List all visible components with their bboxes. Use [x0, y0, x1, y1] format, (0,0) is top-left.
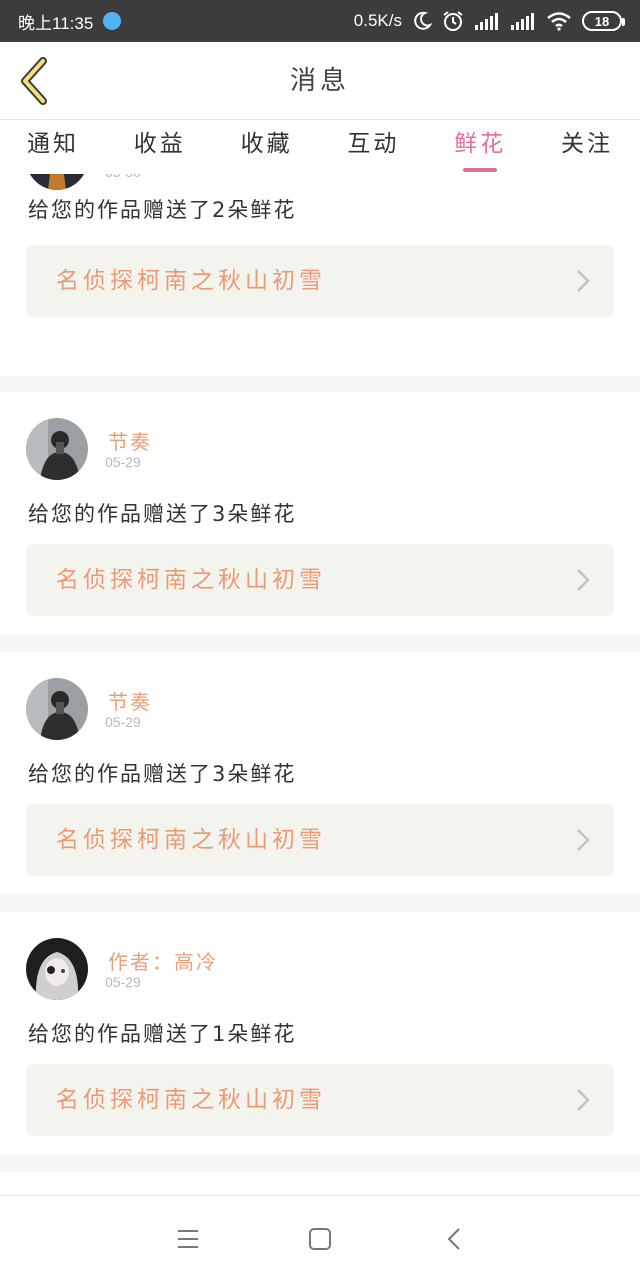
tab-follows[interactable]: 关注	[544, 120, 630, 174]
work-link[interactable]: 名侦探柯南之秋山初雪	[26, 245, 614, 317]
user-name[interactable]: 作者：高冷	[108, 946, 218, 975]
message-date: 05-30	[105, 174, 141, 180]
work-link[interactable]: 名侦探柯南之秋山初雪	[26, 1064, 614, 1136]
signal-icon	[510, 12, 536, 30]
message-card: 节奏 05-29 给您的作品赠送了3朵鲜花 名侦探柯南之秋山初雪	[0, 652, 640, 894]
tab-label: 收益	[133, 131, 186, 157]
back-button[interactable]	[14, 56, 54, 106]
message-text: 给您的作品赠送了1朵鲜花	[28, 1022, 297, 1046]
user-avatar[interactable]	[26, 678, 88, 740]
message-text: 给您的作品赠送了3朵鲜花	[28, 502, 297, 526]
tab-label: 关注	[560, 131, 613, 157]
tab-notifications[interactable]: 通知	[10, 120, 96, 174]
work-title: 名侦探柯南之秋山初雪	[56, 1087, 326, 1113]
tab-bar: 通知 收益 收藏 互动 鲜花 关注	[0, 120, 640, 174]
back-nav-button[interactable]	[436, 1221, 472, 1257]
tab-favorites[interactable]: 收藏	[224, 120, 310, 174]
battery-level: 18	[594, 13, 610, 29]
tab-interactions[interactable]: 互动	[330, 120, 416, 174]
message-date: 05-29	[105, 974, 141, 990]
menu-icon	[178, 1230, 198, 1248]
chevron-right-icon	[577, 829, 590, 851]
moon-icon	[412, 11, 432, 31]
message-date: 05-29	[105, 454, 141, 470]
message-text: 给您的作品赠送了2朵鲜花	[28, 198, 297, 222]
tab-flowers[interactable]: 鲜花	[437, 120, 523, 174]
tab-label: 通知	[27, 131, 79, 157]
page-title: 消息	[289, 66, 350, 96]
network-speed: 0.5K/s	[353, 11, 402, 30]
message-card: 吕吕 05-30 给您的作品赠送了2朵鲜花 名侦探柯南之秋山初雪	[0, 174, 640, 376]
battery-icon: 18	[582, 11, 625, 31]
home-square-icon	[309, 1228, 331, 1250]
tab-label: 互动	[347, 131, 400, 157]
message-card: 节奏 05-29 给您的作品赠送了3朵鲜花 名侦探柯南之秋山初雪	[0, 392, 640, 634]
system-nav-bar	[0, 1195, 640, 1280]
signal-icon	[474, 12, 500, 30]
wifi-icon	[546, 11, 572, 31]
work-title: 名侦探柯南之秋山初雪	[56, 567, 326, 593]
message-text: 给您的作品赠送了3朵鲜花	[28, 762, 297, 786]
message-date: 05-29	[105, 714, 141, 730]
alarm-icon	[442, 10, 464, 32]
active-tab-indicator	[463, 168, 498, 172]
chevron-right-icon	[577, 569, 590, 591]
chevron-right-icon	[577, 1089, 590, 1111]
user-name[interactable]: 节奏	[108, 426, 152, 455]
chevron-right-icon	[577, 270, 590, 292]
menu-button[interactable]	[170, 1221, 206, 1257]
tab-label: 鲜花	[454, 131, 507, 157]
message-card	[0, 1172, 640, 1195]
user-avatar[interactable]	[26, 938, 88, 1000]
screen: 晚上11:35 0.5K/s 18 消息 通知 收益 收藏 互动 鲜花 关注 给…	[0, 0, 640, 1280]
message-feed[interactable]: 吕吕 05-30 给您的作品赠送了2朵鲜花 名侦探柯南之秋山初雪 节奏 05-2…	[0, 174, 640, 1195]
message-card: 作者：高冷 05-29 给您的作品赠送了1朵鲜花 名侦探柯南之秋山初雪	[0, 912, 640, 1154]
back-triangle-icon	[447, 1228, 460, 1250]
title-bar: 消息	[0, 42, 640, 120]
tab-earnings[interactable]: 收益	[117, 120, 203, 174]
home-button[interactable]	[302, 1221, 338, 1257]
work-title: 名侦探柯南之秋山初雪	[56, 268, 326, 294]
user-name[interactable]: 节奏	[108, 686, 152, 715]
work-link[interactable]: 名侦探柯南之秋山初雪	[26, 544, 614, 616]
app-notification-icon	[103, 12, 122, 30]
work-title: 名侦探柯南之秋山初雪	[56, 827, 326, 853]
user-avatar[interactable]	[26, 418, 88, 480]
work-link[interactable]: 名侦探柯南之秋山初雪	[26, 804, 614, 876]
status-bar: 晚上11:35 0.5K/s 18	[0, 0, 640, 42]
chevron-left-icon	[21, 57, 47, 105]
user-avatar[interactable]	[26, 174, 88, 190]
status-time: 晚上11:35	[18, 13, 94, 33]
tab-label: 收藏	[240, 131, 293, 157]
